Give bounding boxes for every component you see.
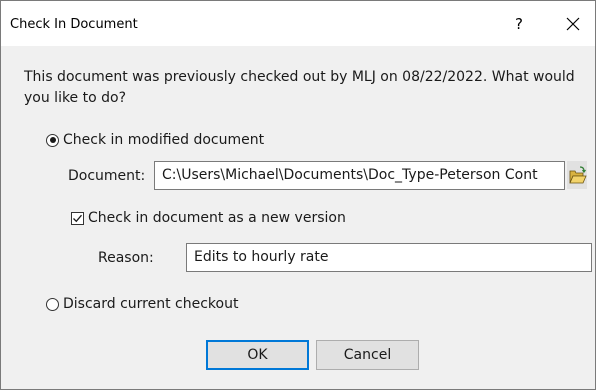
reason-field[interactable]: Edits to hourly rate xyxy=(186,243,592,272)
check-in-option-label: Check in modified document xyxy=(63,132,265,148)
discard-radio[interactable] xyxy=(46,297,59,311)
checkmark-icon xyxy=(73,214,82,222)
folder-open-icon xyxy=(569,166,587,184)
document-label: Document: xyxy=(68,168,146,184)
new-version-checkbox[interactable] xyxy=(71,211,84,225)
check-in-radio[interactable] xyxy=(46,133,59,147)
browse-button[interactable] xyxy=(567,161,587,189)
title-bar: Check In Document ? xyxy=(1,1,595,46)
reason-label: Reason: xyxy=(98,250,154,266)
close-button[interactable] xyxy=(553,9,593,39)
close-icon xyxy=(566,17,580,31)
check-in-dialog: Check In Document ? This document was pr… xyxy=(0,0,596,390)
help-button[interactable]: ? xyxy=(499,9,539,39)
new-version-option[interactable]: Check in document as a new version xyxy=(71,210,346,226)
discard-option[interactable]: Discard current checkout xyxy=(46,296,238,312)
document-path-field[interactable]: C:\Users\Michael\Documents\Doc_Type-Pete… xyxy=(154,161,565,190)
message-text: This document was previously checked out… xyxy=(24,69,575,106)
cancel-button[interactable]: Cancel xyxy=(316,340,419,370)
new-version-label: Check in document as a new version xyxy=(88,210,346,226)
ok-button[interactable]: OK xyxy=(206,340,309,370)
check-in-option[interactable]: Check in modified document xyxy=(46,132,264,148)
discard-option-label: Discard current checkout xyxy=(63,296,239,312)
dialog-title: Check In Document xyxy=(10,17,138,32)
